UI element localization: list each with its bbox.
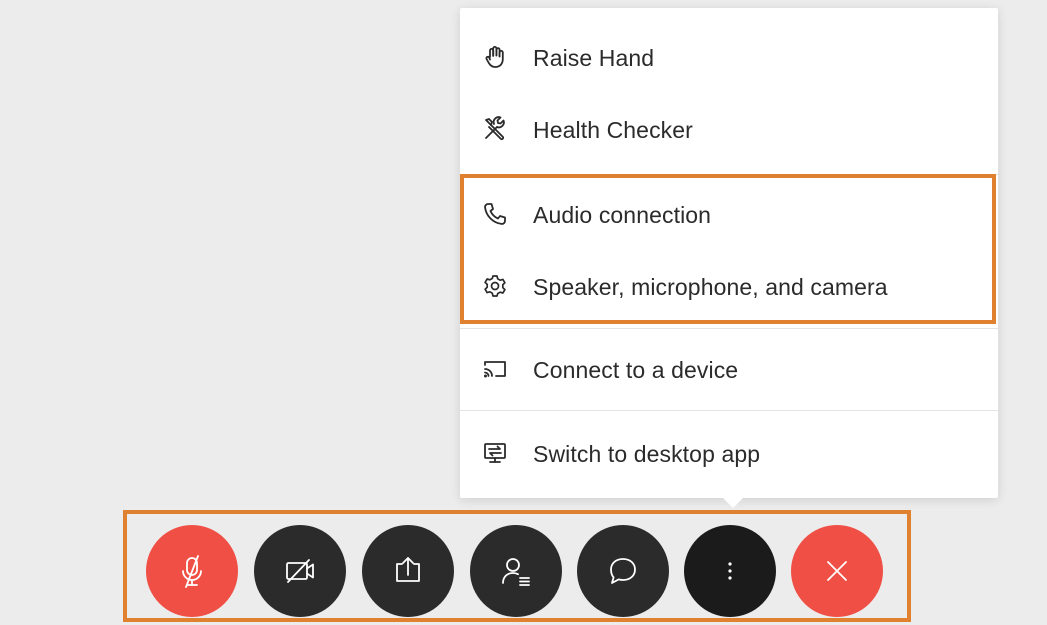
mute-button[interactable] — [146, 525, 238, 617]
cast-icon — [482, 356, 508, 382]
menu-item-label: Audio connection — [533, 202, 712, 228]
more-options-menu: Raise Hand Health Checker Audio connecti… — [460, 8, 998, 508]
menu-divider — [460, 328, 998, 329]
share-icon — [396, 557, 420, 582]
video-button[interactable] — [254, 525, 346, 617]
menu-item-switch-desktop-app[interactable]: Switch to desktop app — [460, 428, 998, 478]
phone-icon — [482, 201, 508, 227]
menu-item-speaker-microphone-camera[interactable]: Speaker, microphone, and camera — [460, 261, 998, 311]
camera-off-icon — [286, 559, 314, 583]
menu-divider — [460, 410, 998, 411]
menu-item-label: Health Checker — [533, 117, 693, 143]
menu-item-label: Connect to a device — [533, 357, 739, 383]
desktop-switch-icon — [482, 440, 508, 466]
raise-hand-icon — [482, 44, 508, 70]
participants-icon — [502, 558, 530, 586]
more-options-button[interactable] — [684, 525, 776, 617]
close-icon — [827, 561, 847, 581]
meeting-stage: Raise Hand Health Checker Audio connecti… — [0, 0, 1047, 625]
meeting-toolbar — [127, 514, 907, 618]
tools-icon — [482, 116, 508, 142]
share-button[interactable] — [362, 525, 454, 617]
menu-item-audio-connection[interactable]: Audio connection — [460, 189, 998, 239]
leave-meeting-button[interactable] — [791, 525, 883, 617]
more-vertical-icon — [728, 562, 732, 580]
menu-item-raise-hand[interactable]: Raise Hand — [460, 32, 998, 82]
menu-divider — [460, 174, 998, 175]
chat-icon — [610, 558, 636, 584]
gear-icon — [482, 273, 508, 299]
menu-item-connect-device[interactable]: Connect to a device — [460, 344, 998, 394]
microphone-muted-icon — [182, 555, 202, 588]
menu-item-label: Switch to desktop app — [533, 441, 761, 467]
menu-item-label: Raise Hand — [533, 45, 655, 71]
menu-item-health-checker[interactable]: Health Checker — [460, 104, 998, 154]
chat-button[interactable] — [577, 525, 669, 617]
menu-item-label: Speaker, microphone, and camera — [533, 274, 888, 300]
participants-button[interactable] — [470, 525, 562, 617]
